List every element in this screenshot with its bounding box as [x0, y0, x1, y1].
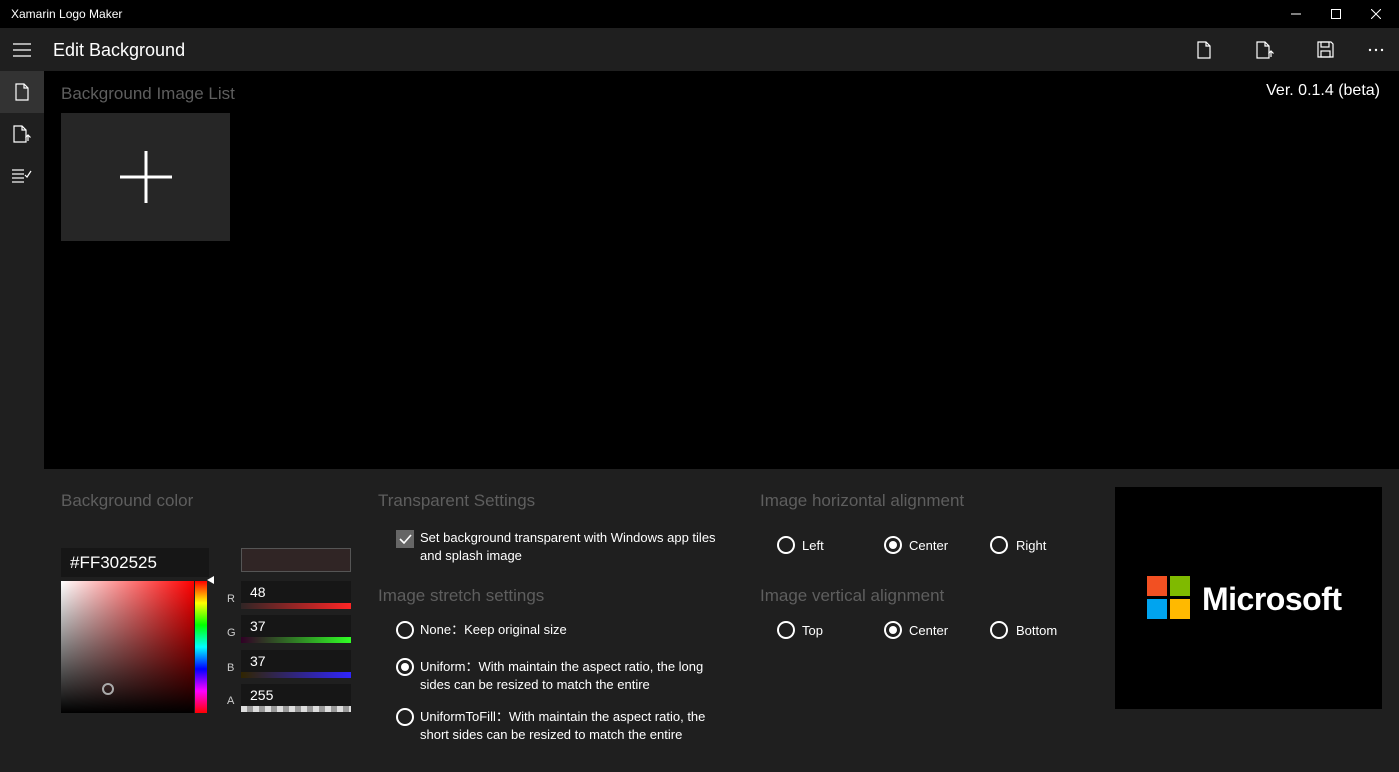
channel-letter-a: A: [227, 695, 235, 707]
channel-letter-b: B: [227, 662, 235, 674]
v-align-center-label: Center: [909, 623, 949, 638]
red-channel-input[interactable]: 48: [241, 581, 351, 609]
settings-panel: Background color #FF302525 R 48 G 37 B 3…: [44, 469, 1399, 772]
alpha-channel-value: 255: [250, 687, 274, 703]
vertical-alignment-label: Image vertical alignment: [760, 586, 945, 605]
image-list-label: Background Image List: [61, 84, 235, 103]
stretch-uniformtofill-radio[interactable]: [396, 708, 414, 726]
h-align-right-label: Right: [1016, 538, 1047, 553]
v-align-bottom-radio[interactable]: [990, 621, 1008, 639]
nav-item-export[interactable]: [0, 113, 44, 155]
add-image-button[interactable]: [61, 113, 230, 241]
green-channel-input[interactable]: 37: [241, 615, 351, 643]
transparent-checkbox-label-line1: Set background transparent with Windows …: [420, 530, 716, 545]
more-options-button[interactable]: [1352, 28, 1399, 71]
nav-item-edit-background[interactable]: [0, 71, 44, 113]
stretch-uniform-radio[interactable]: [396, 658, 414, 676]
transparent-settings-label: Transparent Settings: [378, 491, 536, 510]
save-icon: [1316, 41, 1334, 58]
export-document-icon: [1256, 40, 1274, 59]
hamburger-icon: [13, 42, 31, 57]
h-align-right-radio[interactable]: [990, 536, 1008, 554]
h-align-left-label: Left: [802, 538, 824, 553]
version-label: Ver. 0.1.4 (beta): [1266, 82, 1380, 99]
stretch-uniform-label-line1: Uniform：With maintain the aspect ratio, …: [420, 659, 704, 674]
v-align-center-radio[interactable]: [884, 621, 902, 639]
v-align-top-label: Top: [802, 623, 823, 638]
channel-letter-r: R: [227, 593, 235, 605]
close-button[interactable]: [1353, 0, 1399, 28]
green-channel-track[interactable]: [241, 637, 351, 643]
app-title: Xamarin Logo Maker: [11, 7, 123, 21]
stretch-uniform-label-line2: sides can be resized to match the entire: [420, 677, 650, 692]
h-align-center-label: Center: [909, 538, 949, 553]
page-title: Edit Background: [53, 40, 186, 60]
red-channel-value: 48: [250, 584, 266, 600]
red-channel-track[interactable]: [241, 603, 351, 609]
hamburger-menu-button[interactable]: [0, 28, 44, 71]
command-bar: Edit Background: [0, 28, 1399, 71]
stretch-uniformtofill-label-line2: short sides can be resized to match the …: [420, 727, 683, 742]
color-picker-handle[interactable]: [102, 683, 114, 695]
export-document-icon: [13, 125, 31, 143]
maximize-icon: [1331, 9, 1341, 19]
export-button[interactable]: [1241, 28, 1289, 71]
v-align-top-radio[interactable]: [777, 621, 795, 639]
transparent-checkbox-label-line2: and splash image: [420, 548, 522, 563]
title-bar: Xamarin Logo Maker: [0, 0, 1399, 28]
more-icon: [1368, 48, 1384, 51]
stretch-none-radio[interactable]: [396, 621, 414, 639]
nav-item-checklist[interactable]: [0, 155, 44, 197]
h-align-left-radio[interactable]: [777, 536, 795, 554]
green-channel-value: 37: [250, 618, 266, 634]
new-document-button[interactable]: [1180, 28, 1228, 71]
horizontal-alignment-label: Image horizontal alignment: [760, 491, 965, 510]
hue-slider[interactable]: [195, 581, 207, 713]
hex-color-input[interactable]: #FF302525: [61, 548, 209, 577]
blue-channel-track[interactable]: [241, 672, 351, 678]
color-swatch: [241, 548, 351, 572]
checklist-icon: [12, 169, 32, 183]
save-button[interactable]: [1301, 28, 1349, 71]
saturation-value-picker[interactable]: [61, 581, 194, 713]
hue-slider-marker[interactable]: [207, 576, 214, 584]
minimize-icon: [1291, 13, 1301, 15]
stretch-settings-label: Image stretch settings: [378, 586, 545, 605]
channel-letter-g: G: [227, 627, 236, 639]
background-color-label: Background color: [61, 491, 194, 510]
logo-preview: Microsoft: [1115, 487, 1382, 709]
image-list-area: Background Image List Ver. 0.1.4 (beta): [44, 71, 1399, 469]
stretch-uniformtofill-label-line1: UniformToFill：With maintain the aspect r…: [420, 709, 706, 724]
blue-channel-value: 37: [250, 653, 266, 669]
microsoft-logo-icon: [1147, 576, 1191, 620]
close-icon: [1371, 9, 1381, 19]
transparent-checkbox[interactable]: [396, 530, 414, 548]
document-icon: [15, 83, 29, 101]
alpha-channel-track[interactable]: [241, 706, 351, 712]
alpha-channel-input[interactable]: 255: [241, 684, 351, 712]
stretch-none-label: None：Keep original size: [420, 622, 567, 637]
v-align-bottom-label: Bottom: [1016, 623, 1058, 638]
new-document-icon: [1197, 40, 1211, 59]
checkmark-icon: [398, 534, 412, 544]
h-align-center-radio[interactable]: [884, 536, 902, 554]
plus-icon: [119, 151, 172, 203]
blue-channel-input[interactable]: 37: [241, 650, 351, 678]
preview-logo-text: Microsoft: [1202, 581, 1342, 617]
nav-rail: [0, 71, 44, 772]
